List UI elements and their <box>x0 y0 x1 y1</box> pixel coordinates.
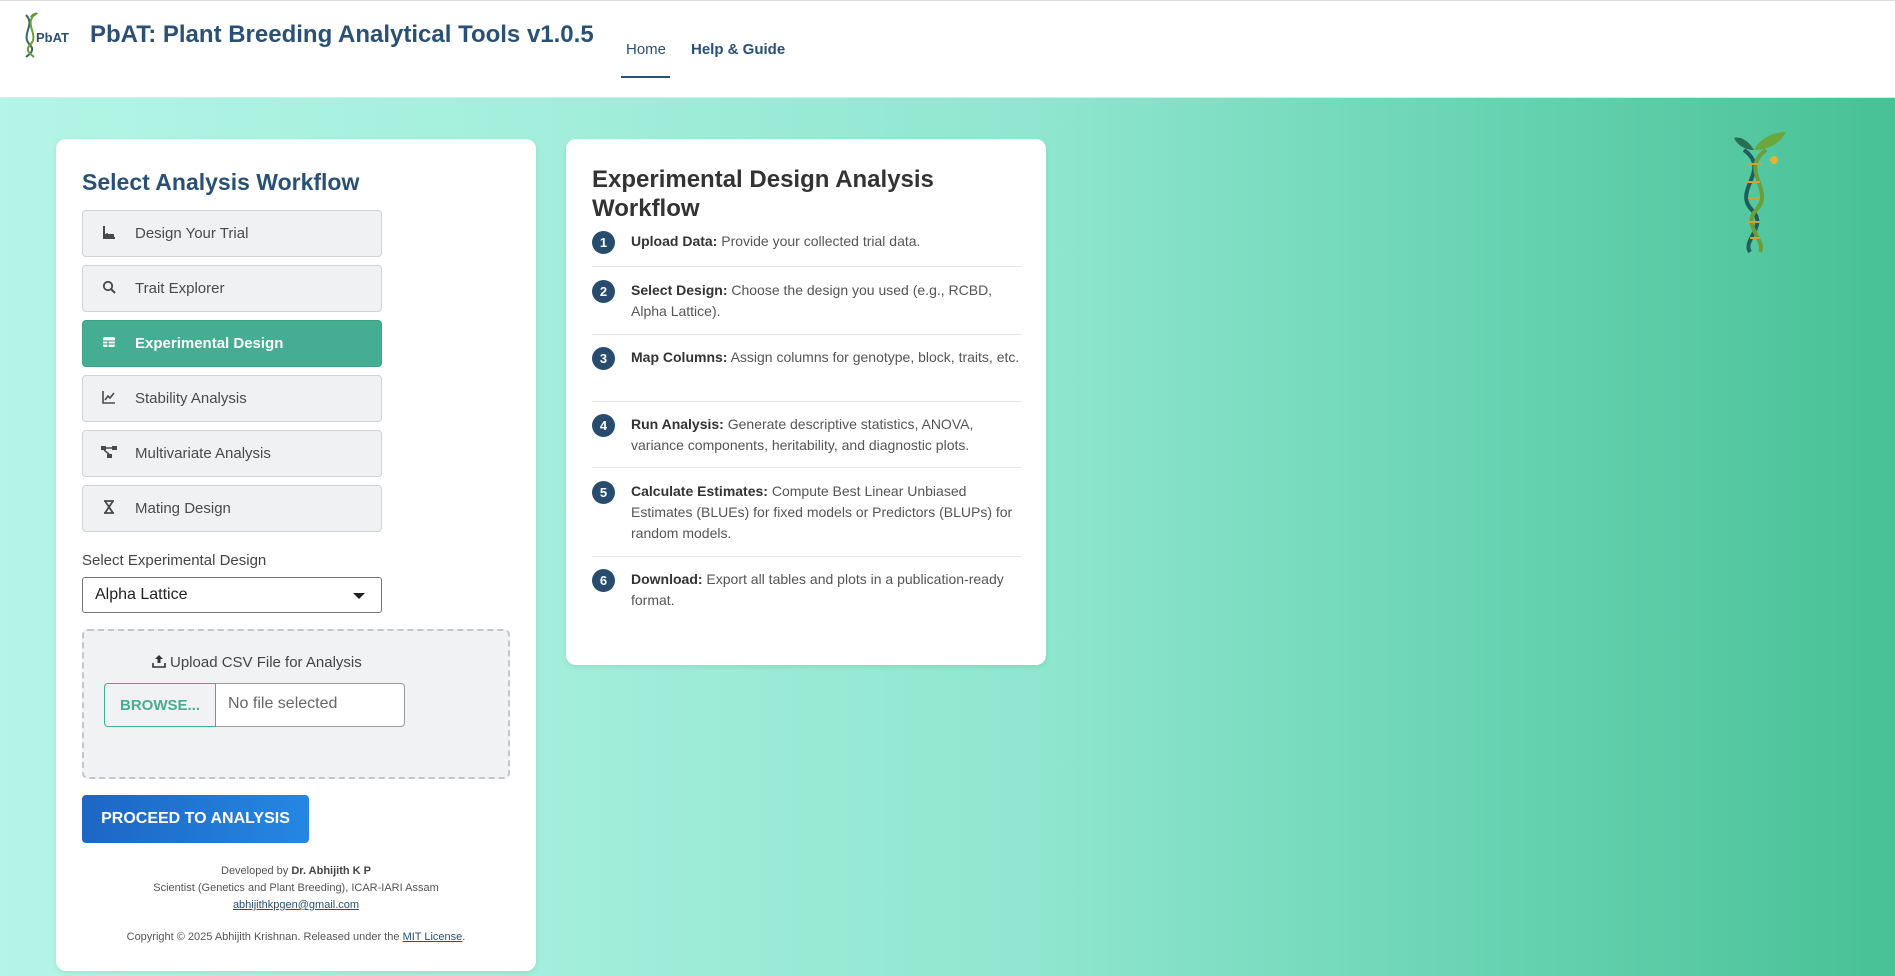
step-item: 5 Calculate Estimates: Compute Best Line… <box>592 481 1022 544</box>
top-navbar: PbAT PbAT: Plant Breeding Analytical Too… <box>0 0 1895 98</box>
workflow-steps-panel: Experimental Design Analysis Workflow 1 … <box>566 139 1046 665</box>
network-icon <box>83 445 135 463</box>
hourglass-icon <box>83 499 135 518</box>
step-description: Assign columns for genotype, block, trai… <box>727 349 1020 365</box>
upload-label: Upload CSV File for Analysis <box>152 654 362 671</box>
step-item: 2 Select Design: Choose the design you u… <box>592 280 1022 322</box>
workflow-multivariate-analysis-button[interactable]: Multivariate Analysis <box>82 430 382 477</box>
copyright-suffix: . <box>462 931 466 943</box>
step-divider <box>592 401 1022 402</box>
ruler-icon <box>83 225 135 243</box>
step-number-badge: 2 <box>592 280 615 303</box>
design-select-value: Alpha Lattice <box>95 586 188 603</box>
step-text: Run Analysis: Generate descriptive stati… <box>631 414 1022 456</box>
developer-email-row: abhijithkpgen@gmail.com <box>56 899 536 911</box>
step-divider <box>592 467 1022 468</box>
step-text: Select Design: Choose the design you use… <box>631 280 1022 322</box>
logo-text: PbAT <box>36 30 69 45</box>
dna-plant-logo-icon <box>1732 130 1812 255</box>
workflow-stability-analysis-button[interactable]: Stability Analysis <box>82 375 382 422</box>
line-chart-icon <box>83 390 135 408</box>
step-title: Calculate Estimates: <box>631 483 768 499</box>
nav-home-tab[interactable]: Home <box>626 41 666 58</box>
developer-affiliation: Scientist (Genetics and Plant Breeding),… <box>153 882 439 894</box>
mit-license-link[interactable]: MIT License <box>403 931 463 943</box>
step-divider <box>592 334 1022 335</box>
step-title: Select Design: <box>631 282 728 298</box>
upload-label-text: Upload CSV File for Analysis <box>170 654 362 671</box>
workflow-label: Trait Explorer <box>135 280 225 297</box>
search-icon <box>83 280 135 298</box>
step-item: 6 Download: Export all tables and plots … <box>592 569 1022 611</box>
steps-heading: Experimental Design Analysis Workflow <box>592 166 934 222</box>
developer-email-link[interactable]: abhijithkpgen@gmail.com <box>233 899 359 911</box>
design-select[interactable]: Alpha Lattice <box>82 577 382 613</box>
proceed-to-analysis-button[interactable]: PROCEED TO ANALYSIS <box>82 795 309 843</box>
step-number-badge: 1 <box>592 231 615 254</box>
step-divider <box>592 556 1022 557</box>
step-title: Map Columns: <box>631 349 728 365</box>
workflow-label: Multivariate Analysis <box>135 445 271 462</box>
app-title: PbAT: Plant Breeding Analytical Tools v1… <box>90 21 594 48</box>
file-name-field[interactable]: No file selected <box>216 683 405 727</box>
step-text: Calculate Estimates: Compute Best Linear… <box>631 481 1022 544</box>
step-item: 3 Map Columns: Assign columns for genoty… <box>592 347 1022 370</box>
developer-name: Dr. Abhijith K P <box>291 865 371 877</box>
step-number-badge: 3 <box>592 347 615 370</box>
csv-upload-dropzone[interactable]: Upload CSV File for Analysis BROWSE... N… <box>82 629 510 779</box>
workflow-experimental-design-button[interactable]: Experimental Design <box>82 320 382 367</box>
step-number-badge: 5 <box>592 481 615 504</box>
workflow-mating-design-button[interactable]: Mating Design <box>82 485 382 532</box>
copyright-prefix: Copyright © 2025 Abhijith Krishnan. Rele… <box>126 931 403 943</box>
browse-button[interactable]: BROWSE... <box>104 683 216 727</box>
step-title: Download: <box>631 571 703 587</box>
design-select-label: Select Experimental Design <box>82 552 267 569</box>
step-item: 4 Run Analysis: Generate descriptive sta… <box>592 414 1022 456</box>
step-number-badge: 4 <box>592 414 615 437</box>
developer-prefix: Developed by <box>221 865 292 877</box>
caret-down-icon <box>353 593 365 599</box>
copyright-notice: Copyright © 2025 Abhijith Krishnan. Rele… <box>56 931 536 943</box>
step-number-badge: 6 <box>592 569 615 592</box>
step-text: Map Columns: Assign columns for genotype… <box>631 347 1019 370</box>
pbat-logo-icon[interactable]: PbAT <box>18 11 70 59</box>
workflow-design-your-trial-button[interactable]: Design Your Trial <box>82 210 382 257</box>
step-text: Download: Export all tables and plots in… <box>631 569 1022 611</box>
table-icon <box>83 335 135 353</box>
upload-icon <box>152 654 166 671</box>
step-title: Upload Data: <box>631 233 718 249</box>
workflow-label: Mating Design <box>135 500 231 517</box>
workflow-trait-explorer-button[interactable]: Trait Explorer <box>82 265 382 312</box>
workflow-label: Stability Analysis <box>135 390 247 407</box>
step-text: Upload Data: Provide your collected tria… <box>631 231 920 254</box>
workflow-label: Experimental Design <box>135 335 284 352</box>
step-divider <box>592 266 1022 267</box>
step-title: Run Analysis: <box>631 416 724 432</box>
workflow-selector-panel: Select Analysis Workflow Design Your Tri… <box>56 139 536 971</box>
step-description: Provide your collected trial data. <box>717 233 921 249</box>
workflow-heading: Select Analysis Workflow <box>82 169 360 195</box>
developer-credit: Developed by Dr. Abhijith K P <box>56 865 536 877</box>
nav-help-guide-tab[interactable]: Help & Guide <box>691 41 785 58</box>
step-item: 1 Upload Data: Provide your collected tr… <box>592 231 1022 254</box>
workflow-label: Design Your Trial <box>135 225 249 242</box>
nav-active-indicator <box>621 76 670 78</box>
